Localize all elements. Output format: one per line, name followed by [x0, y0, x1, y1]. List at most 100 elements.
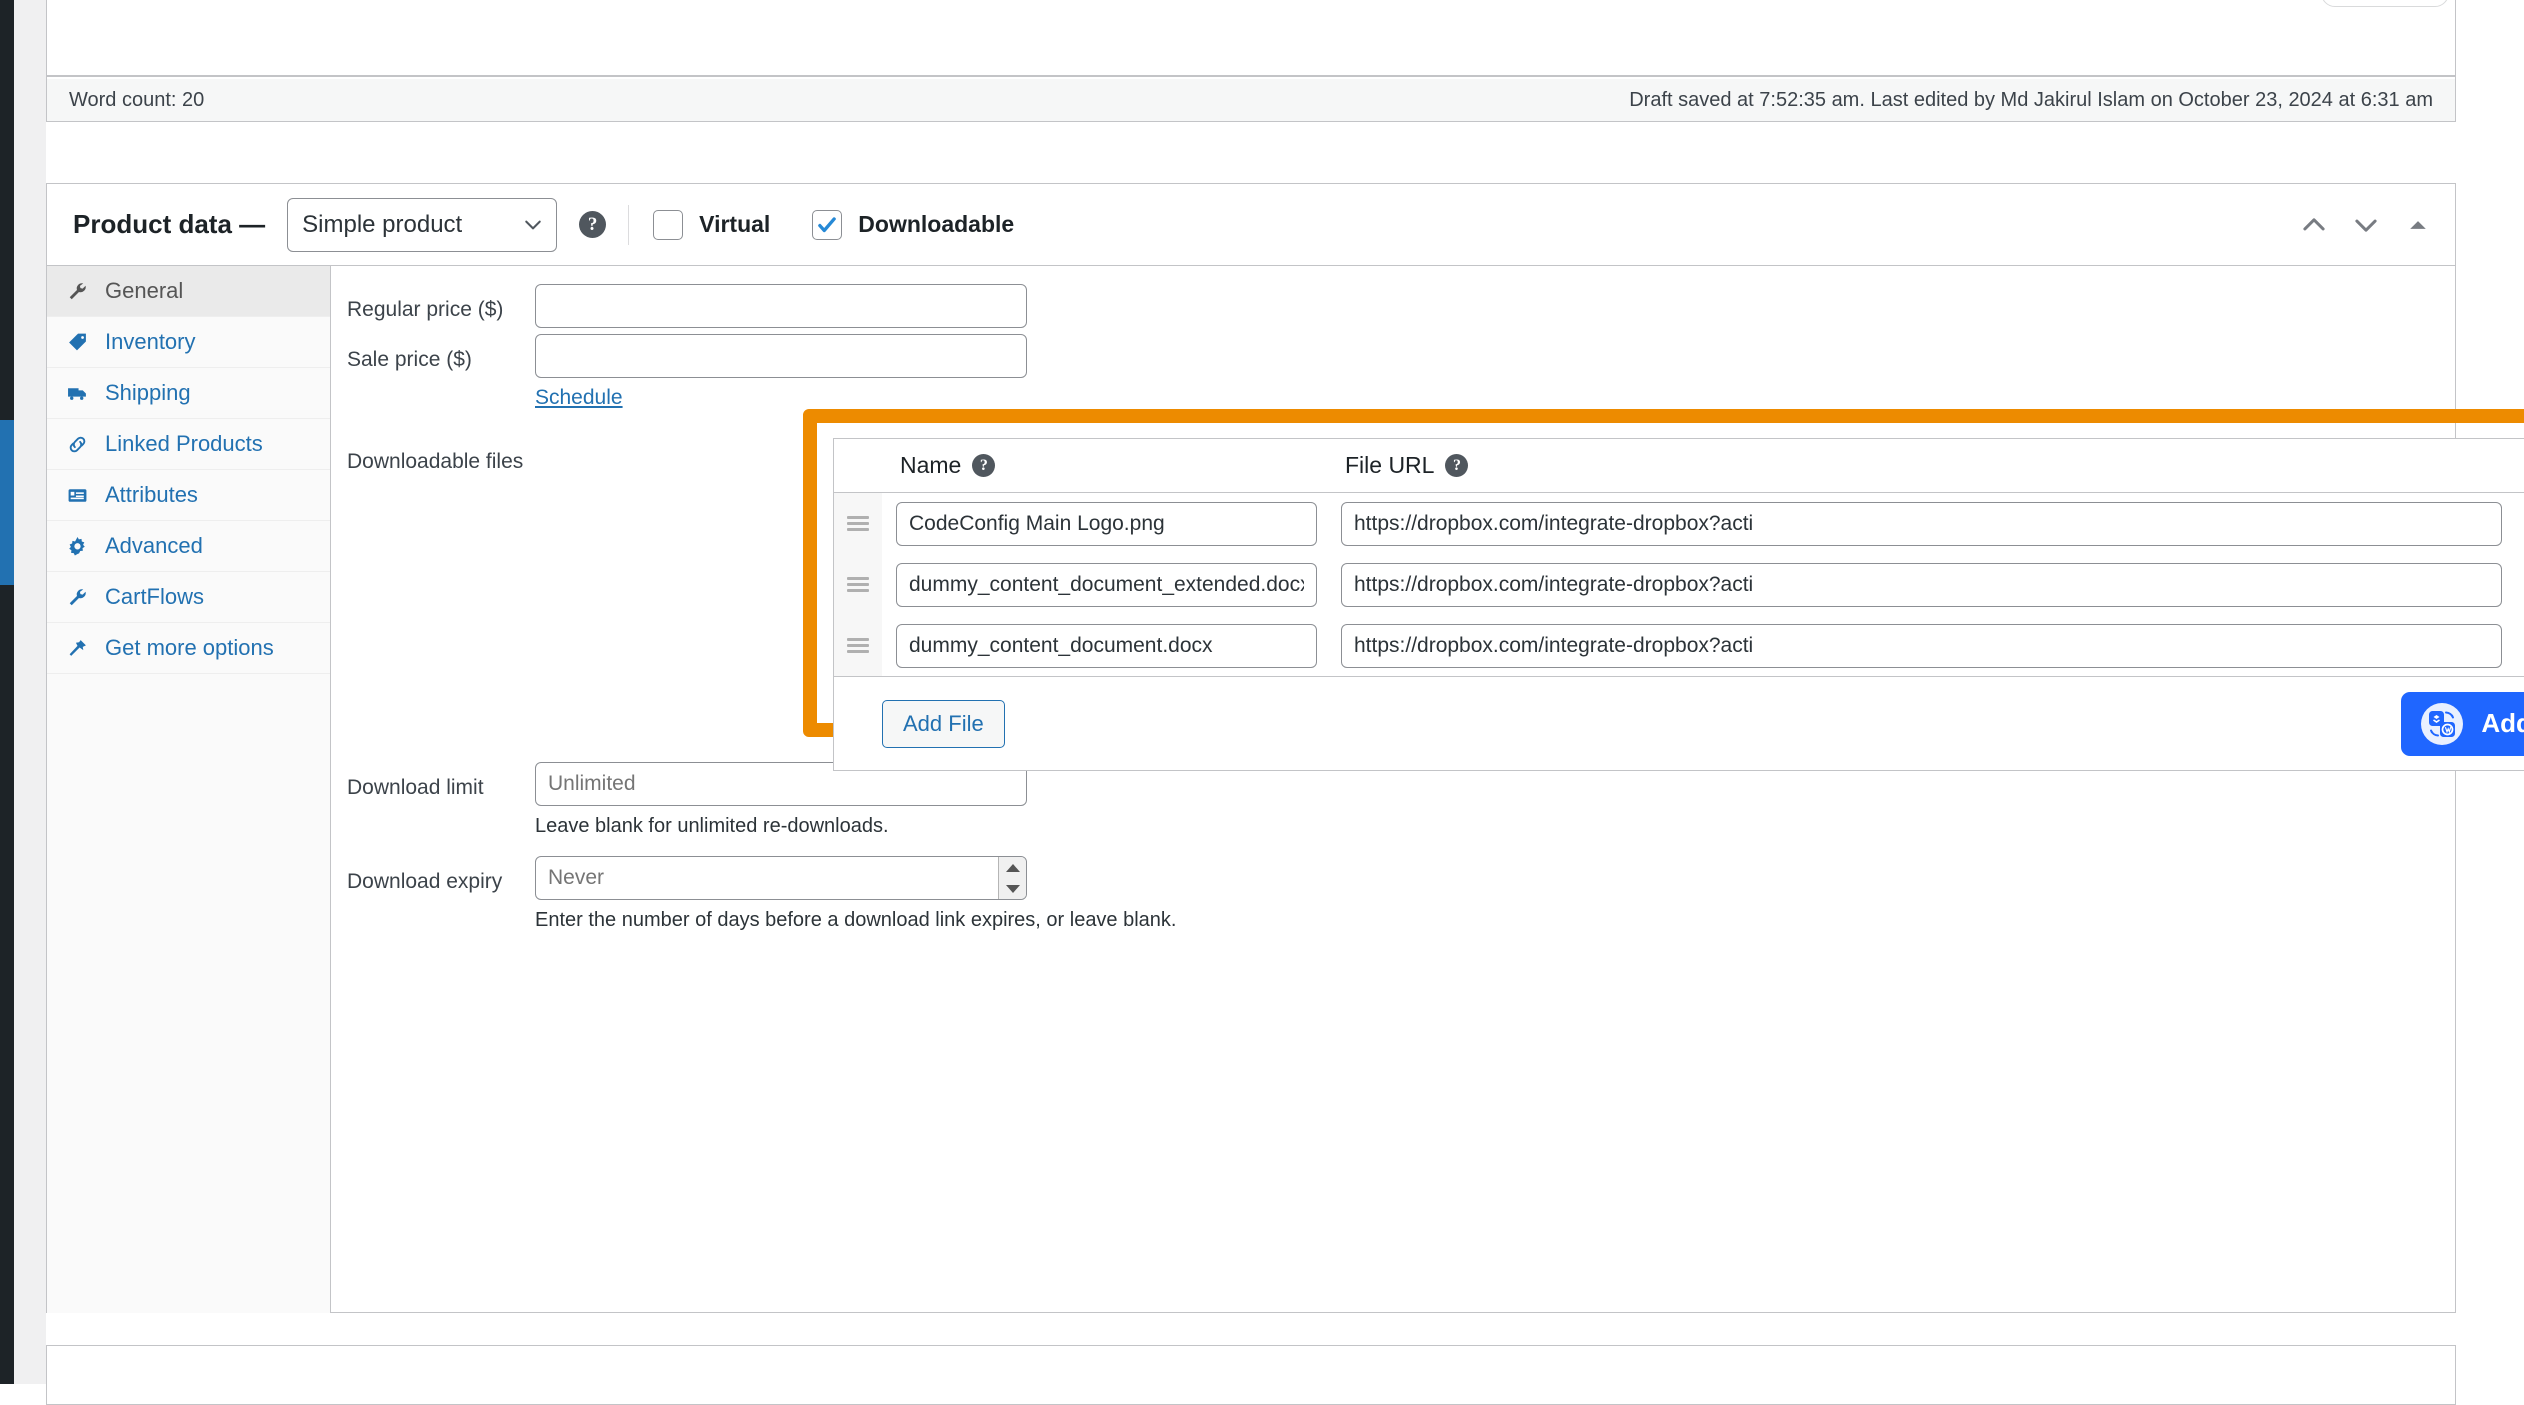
product-type-select[interactable]: Simple product — [287, 197, 558, 252]
file-name-input[interactable] — [896, 501, 1317, 546]
sale-price-row: Sale price ($) Schedule — [331, 334, 2455, 410]
downloadable-label: Downloadable — [858, 211, 1015, 237]
file-url-cell — [1327, 562, 2512, 607]
file-url-cell — [1327, 501, 2512, 546]
truck-icon — [65, 381, 89, 405]
drag-handle[interactable] — [834, 493, 882, 554]
tab-label: Linked Products — [105, 431, 263, 456]
table-row: Choose file — [834, 554, 2524, 615]
grammarly-logo: 1 — [2384, 0, 2436, 2]
download-limit-hint: Leave blank for unlimited re-downloads. — [535, 815, 889, 837]
download-expiry-stepper[interactable] — [998, 857, 1026, 899]
downloadable-files-footer: Add File Add — [834, 676, 2524, 770]
tab-label: Shipping — [105, 380, 191, 405]
file-url-input[interactable] — [1341, 623, 2502, 668]
grammarly-widget[interactable]: 1 — [2321, 0, 2449, 7]
sidebar-item-shipping[interactable]: Shipping — [47, 368, 330, 419]
tab-label: Attributes — [105, 482, 198, 507]
sidebar-item-general[interactable]: General — [47, 266, 330, 317]
file-name-input[interactable] — [896, 562, 1317, 607]
admin-sidebar-rail — [0, 0, 14, 1384]
downloadable-files-table-header: Name ? File URL ? — [834, 439, 2524, 493]
schedule-sale-link[interactable]: Schedule — [535, 386, 623, 410]
regular-price-row: Regular price ($) — [331, 284, 2455, 328]
downloadable-checkbox-group[interactable]: Downloadable — [812, 209, 1015, 240]
drag-handle-icon — [847, 638, 869, 653]
wrench-icon — [65, 585, 89, 609]
add-dropbox-file-button[interactable]: Add Dropbox File — [2401, 691, 2524, 756]
post-editor-panel: 1 Word count: 20 Draft saved at 7:52:35 … — [46, 0, 2456, 122]
checkmark-icon — [818, 216, 837, 232]
tab-label: Get more options — [105, 635, 274, 660]
tab-label: Inventory — [105, 329, 196, 354]
dropbox-wordpress-icon — [2421, 702, 2464, 745]
product-type-value: Simple product — [302, 210, 463, 238]
chevron-down-icon — [525, 220, 541, 229]
regular-price-label: Regular price ($) — [347, 298, 504, 321]
file-actions-cell: Choose file — [2512, 624, 2524, 668]
file-name-cell — [882, 623, 1327, 668]
file-url-input[interactable] — [1341, 562, 2502, 607]
virtual-checkbox[interactable] — [653, 209, 684, 240]
draft-saved-status: Draft saved at 7:52:35 am. Last edited b… — [1629, 88, 2433, 111]
downloadable-checkbox[interactable] — [812, 209, 843, 240]
sidebar-item-linked-products[interactable]: Linked Products — [47, 419, 330, 470]
product-data-metabox: Product data — Simple product ? Virtual … — [46, 183, 2524, 1313]
download-expiry-row: Download expiry Enter the number of days… — [331, 856, 2455, 932]
add-file-button[interactable]: Add File — [882, 699, 1005, 748]
sidebar-item-advanced[interactable]: Advanced — [47, 521, 330, 572]
download-limit-label: Download limit — [347, 776, 484, 799]
name-help-icon[interactable]: ? — [972, 454, 996, 477]
word-count-label: Word count: 20 — [69, 88, 205, 111]
sidebar-item-attributes[interactable]: Attributes — [47, 470, 330, 521]
table-row: Choose file — [834, 615, 2524, 676]
plug-icon — [65, 636, 89, 660]
tab-label: Advanced — [105, 533, 203, 558]
tab-label: CartFlows — [105, 584, 205, 609]
sale-price-input[interactable] — [535, 334, 1027, 378]
file-url-column-header: File URL ? — [1327, 452, 2524, 479]
move-up-icon[interactable] — [2301, 212, 2327, 238]
name-column-header: Name ? — [882, 452, 1327, 479]
next-metabox-panel — [46, 1345, 2456, 1405]
downloadable-files-table: Name ? File URL ? CodeConfig Main Logo.p… — [833, 438, 2524, 771]
header-divider — [628, 204, 630, 245]
regular-price-input[interactable] — [535, 284, 1027, 328]
sidebar-item-get-more-options[interactable]: Get more options — [47, 623, 330, 674]
metabox-order-controls — [2301, 212, 2431, 238]
move-down-icon[interactable] — [2353, 212, 2379, 238]
rail-highlight-upper — [0, 420, 14, 490]
download-expiry-input[interactable] — [535, 856, 1027, 900]
product-type-help-icon[interactable]: ? — [579, 211, 607, 238]
tag-icon — [65, 330, 89, 354]
file-name-input[interactable] — [896, 623, 1317, 668]
page-gutter — [14, 0, 46, 1384]
drag-handle-icon — [847, 516, 869, 531]
list-card-icon — [65, 483, 89, 507]
drag-handle[interactable] — [834, 554, 882, 615]
drag-handle-icon — [847, 577, 869, 592]
general-tab-panel: Regular price ($) Sale price ($) Schedul… — [331, 266, 2524, 1313]
sidebar-item-cartflows[interactable]: CartFlows — [47, 572, 330, 623]
editor-content-area[interactable]: 1 — [47, 0, 2455, 77]
product-data-body: General Inventory Shipping Linked Produc… — [47, 266, 2524, 1313]
file-url-help-icon[interactable]: ? — [1445, 454, 1469, 477]
sidebar-item-inventory[interactable]: Inventory — [47, 317, 330, 368]
product-data-tab-list: General Inventory Shipping Linked Produc… — [47, 266, 331, 1313]
download-expiry-label: Download expiry — [347, 870, 503, 893]
table-row: Choose file — [834, 493, 2524, 554]
drag-handle[interactable] — [834, 615, 882, 676]
stepper-down-icon[interactable] — [1005, 884, 1020, 893]
link-icon — [65, 432, 89, 456]
file-url-input[interactable] — [1341, 501, 2502, 546]
name-column-label: Name — [900, 452, 962, 478]
virtual-label: Virtual — [699, 211, 771, 237]
download-limit-row: Download limit Leave blank for unlimited… — [331, 762, 2455, 838]
stepper-up-icon[interactable] — [1005, 863, 1020, 872]
product-data-title: Product data — — [73, 209, 266, 239]
add-dropbox-file-label: Add Dropbox File — [2481, 708, 2524, 738]
virtual-checkbox-group[interactable]: Virtual — [653, 209, 771, 240]
toggle-panel-icon[interactable] — [2405, 212, 2431, 238]
downloadable-files-label: Downloadable files — [347, 450, 524, 473]
file-actions-cell: Choose file — [2512, 502, 2524, 546]
